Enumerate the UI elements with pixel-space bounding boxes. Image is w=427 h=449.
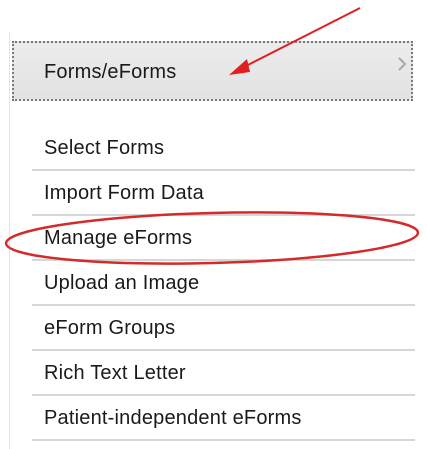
menu-item-eform-groups[interactable]: eForm Groups — [32, 306, 415, 351]
menu-item-upload-an-image[interactable]: Upload an Image — [32, 261, 415, 306]
menu-item-import-form-data[interactable]: Import Form Data — [32, 171, 415, 216]
menu-header-forms-eforms[interactable]: Forms/eForms — [12, 41, 413, 101]
menu-item-manage-eforms[interactable]: Manage eForms — [32, 216, 415, 261]
chevron-right-icon — [398, 57, 407, 71]
forms-menu-screenshot: Forms/eForms Select Forms Import Form Da… — [0, 0, 427, 449]
menu-item-select-forms[interactable]: Select Forms — [32, 126, 415, 171]
menu-header-label: Forms/eForms — [44, 61, 177, 83]
sidebar-left-border — [9, 32, 10, 449]
menu-item-rich-text-letter[interactable]: Rich Text Letter — [32, 351, 415, 396]
forms-submenu: Select Forms Import Form Data Manage eFo… — [32, 126, 415, 441]
menu-item-patient-independent-eforms[interactable]: Patient-independent eForms — [32, 396, 415, 441]
